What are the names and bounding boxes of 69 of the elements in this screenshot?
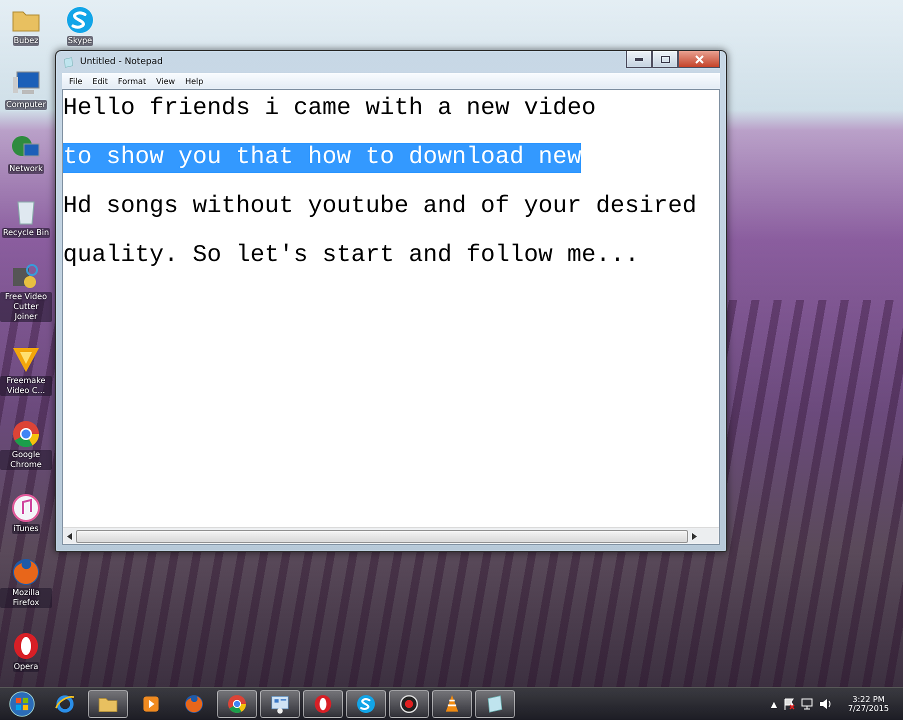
horizontal-scrollbar[interactable] [63, 527, 719, 544]
shortcut-label: Freemake Video C... [0, 376, 52, 396]
desktop-shortcut[interactable]: Mozilla Firefox [0, 556, 52, 608]
shortcut-label: Google Chrome [0, 450, 52, 470]
desktop-shortcut[interactable]: Skype [54, 4, 106, 46]
left-arrow-icon [67, 532, 72, 540]
desktop-shortcut[interactable]: Google Chrome [0, 418, 52, 470]
minimize-button[interactable] [626, 51, 652, 68]
shortcut-label: Skype [66, 36, 94, 46]
taskbar-button[interactable] [346, 690, 386, 718]
minimize-icon [635, 58, 643, 60]
text-line: Hello friends i came with a new video [63, 94, 596, 124]
taskbar-button[interactable] [260, 690, 300, 718]
ie-icon [54, 693, 76, 715]
firefox-icon [183, 693, 205, 715]
desktop-shortcut[interactable]: Opera [0, 630, 52, 672]
maximize-icon [660, 56, 670, 62]
shortcut-label: Opera [12, 662, 40, 672]
close-button[interactable] [678, 51, 720, 68]
shortcut-label: Free Video Cutter Joiner [0, 292, 52, 322]
shortcut-label: Network [8, 164, 44, 174]
menu-item[interactable]: File [64, 76, 88, 86]
desktop-shortcut[interactable]: Computer [0, 68, 52, 110]
menu-item[interactable]: Format [112, 76, 152, 86]
taskbar-button[interactable] [88, 690, 128, 718]
skype-icon [64, 4, 96, 36]
taskbar-button[interactable] [432, 690, 472, 718]
clock-time: 3:22 PM [852, 695, 885, 704]
taskbar-button[interactable] [389, 690, 429, 718]
menu-item[interactable]: Edit [87, 76, 113, 86]
record-icon [398, 693, 420, 715]
skype-icon [355, 693, 377, 715]
music-note-icon [10, 492, 42, 524]
start-button-icon [8, 690, 36, 718]
taskbar-button[interactable] [217, 690, 257, 718]
maximize-button[interactable] [652, 51, 678, 68]
network-icon[interactable] [800, 698, 813, 710]
clock-date: 7/27/2015 [848, 704, 889, 713]
speaker-icon[interactable] [818, 698, 832, 710]
desktop-shortcut[interactable]: Bubez [0, 4, 52, 46]
text-line: Hd songs without youtube and of your desired [63, 192, 697, 222]
right-arrow-icon [692, 532, 697, 540]
desktop-shortcut[interactable]: Network [0, 132, 52, 174]
chrome-icon [10, 418, 42, 450]
desktop-shortcut[interactable]: Free Video Cutter Joiner [0, 260, 52, 322]
scroll-thumb[interactable] [76, 530, 688, 542]
firefox-icon [10, 556, 42, 588]
flag-icon[interactable] [782, 698, 795, 710]
text-area[interactable]: Hello friends i came with a new video to show you that how to download new Hd songs without youtube and of your desired quality. So let's start and follow me... [62, 89, 720, 545]
shortcut-label: iTunes [12, 524, 40, 534]
control-panel-icon [269, 693, 291, 715]
text-line: quality. So let's start and follow me... [63, 241, 640, 271]
close-icon [694, 54, 704, 64]
chrome-icon [226, 693, 248, 715]
window-title: Untitled - Notepad [80, 57, 164, 67]
desktop-shortcut[interactable]: iTunes [0, 492, 52, 534]
opera-icon [312, 693, 334, 715]
shortcut-label: Bubez [12, 36, 40, 46]
shortcut-label: Recycle Bin [2, 228, 50, 238]
menu-item[interactable]: View [151, 76, 180, 86]
desktop-shortcut[interactable]: Recycle Bin [0, 196, 52, 238]
menu-item[interactable]: Help [180, 76, 208, 86]
desktop-shortcut[interactable]: Freemake Video C... [0, 344, 52, 396]
shortcut-label: Computer [5, 100, 47, 110]
notepad-icon [62, 56, 75, 68]
taskbar-button[interactable] [303, 690, 343, 718]
shortcut-label: Mozilla Firefox [0, 588, 52, 608]
taskbar-button[interactable] [475, 690, 515, 718]
tray-arrow[interactable]: ▲ [770, 700, 777, 708]
